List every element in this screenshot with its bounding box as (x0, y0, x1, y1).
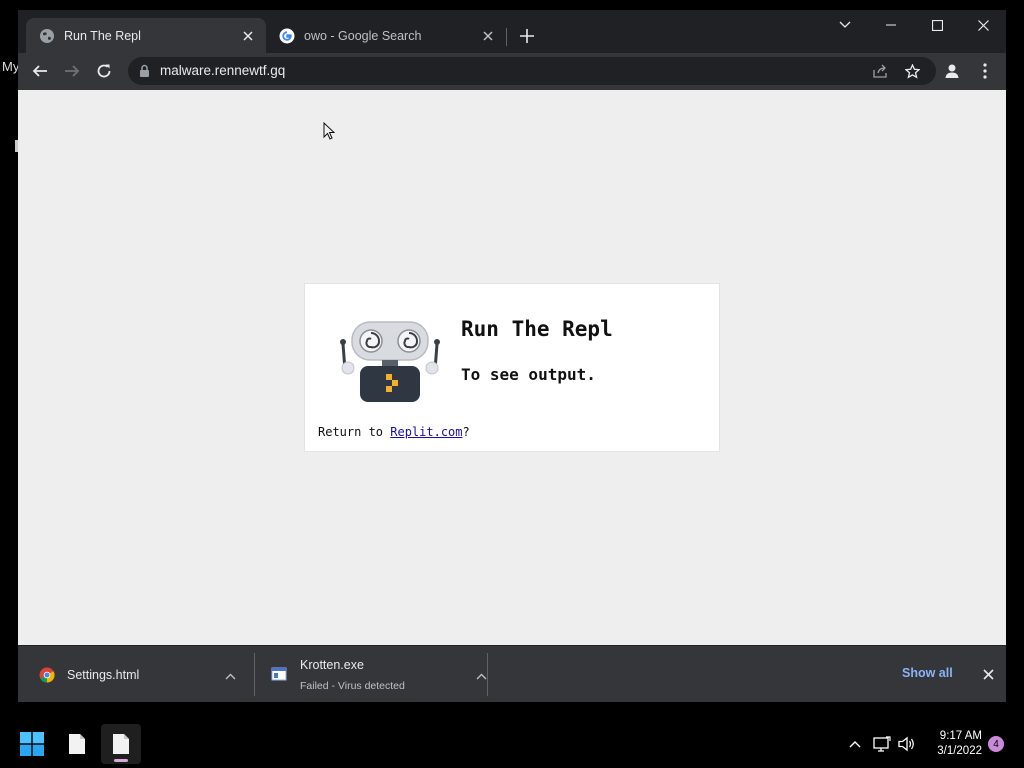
page-heading: Run The Repl (461, 317, 613, 341)
page-viewport: Run The Repl To see output. Return to Re… (18, 90, 1006, 645)
tab-strip: Run The Repl owo - Google Search (18, 10, 1006, 53)
document-icon (113, 734, 129, 754)
more-vert-icon (983, 63, 987, 79)
arrow-left-icon (32, 65, 47, 77)
download-shelf: Settings.html Krotten.exe Failed - Virus… (18, 645, 1006, 702)
volume-button[interactable] (897, 734, 917, 754)
google-icon (279, 28, 295, 44)
reload-icon (97, 64, 111, 78)
network-button[interactable] (872, 734, 892, 754)
return-suffix: ? (462, 425, 470, 439)
close-icon (243, 30, 253, 41)
notification-badge[interactable]: 4 (988, 736, 1004, 752)
download-filename: Settings.html (67, 668, 140, 682)
taskbar-app-file[interactable] (57, 724, 97, 764)
star-icon (904, 63, 920, 79)
clock-date: 3/1/2022 (937, 745, 982, 757)
tab-google-search[interactable]: owo - Google Search (266, 18, 506, 53)
chevron-up-icon (476, 673, 486, 679)
url-text[interactable]: malware.rennewtf.gq (160, 63, 285, 78)
chevron-up-icon (225, 673, 235, 679)
document-icon (69, 734, 85, 754)
close-download-shelf-button[interactable] (978, 664, 998, 684)
clock-time: 9:17 AM (939, 730, 982, 742)
exe-file-icon (271, 667, 287, 683)
mouse-cursor-icon (323, 122, 335, 140)
tab-title: owo - Google Search (304, 28, 422, 43)
page-subheading: To see output. (461, 365, 596, 384)
close-icon (982, 668, 994, 680)
download-item-settings[interactable]: Settings.html (18, 654, 254, 696)
share-button[interactable] (869, 60, 891, 82)
share-icon (872, 64, 887, 78)
download-filename: Krotten.exe (300, 658, 364, 672)
download-options-button[interactable] (222, 668, 238, 684)
tab-close-button[interactable] (480, 28, 496, 44)
chevron-down-icon (839, 21, 851, 28)
plus-icon (520, 29, 534, 43)
show-hidden-icons-button[interactable] (845, 734, 865, 754)
tab-title: Run The Repl (64, 28, 141, 43)
minimize-icon (886, 24, 896, 26)
download-separator (487, 653, 488, 696)
browser-window: Run The Repl owo - Google Search malware… (18, 10, 1006, 702)
maximize-icon (931, 19, 943, 31)
bookmark-button[interactable] (901, 60, 923, 82)
window-close-button[interactable] (960, 10, 1006, 40)
chrome-icon (39, 667, 55, 683)
maximize-button[interactable] (914, 10, 960, 40)
network-icon (873, 736, 891, 752)
taskbar-app-file-active[interactable] (101, 724, 141, 764)
arrow-right-icon (65, 65, 80, 77)
tab-close-button[interactable] (240, 28, 256, 44)
download-status: Failed - Virus detected (300, 680, 405, 692)
repl-card: Run The Repl To see output. Return to Re… (304, 283, 720, 452)
replit-robot-icon (340, 321, 440, 402)
system-clock[interactable]: 9:17 AM 3/1/2022 (926, 729, 982, 759)
menu-button[interactable] (970, 56, 1000, 86)
taskbar: 9:17 AM 3/1/2022 4 (0, 720, 1024, 768)
profile-button[interactable] (937, 56, 967, 86)
reload-button[interactable] (89, 56, 119, 86)
tab-run-the-repl[interactable]: Run The Repl (26, 18, 266, 53)
return-prefix: Return to (318, 425, 391, 439)
replit-link[interactable]: Replit.com (390, 425, 462, 439)
chevron-up-icon (849, 741, 861, 748)
close-icon (483, 30, 493, 41)
return-line: Return to Replit.com? (318, 425, 470, 439)
browser-toolbar: malware.rennewtf.gq (18, 53, 1006, 90)
tab-divider (506, 28, 507, 46)
globe-icon (39, 28, 55, 44)
close-icon (977, 19, 989, 31)
tab-search-button[interactable] (822, 10, 868, 40)
lock-icon[interactable] (139, 64, 150, 83)
download-item-krotten[interactable]: Krotten.exe Failed - Virus detected (255, 654, 487, 696)
back-button[interactable] (25, 56, 55, 86)
forward-button[interactable] (57, 56, 87, 86)
person-icon (945, 64, 959, 78)
windows-logo-icon (20, 732, 44, 756)
desktop-label: My (2, 59, 20, 74)
minimize-button[interactable] (868, 10, 914, 40)
address-bar[interactable]: malware.rennewtf.gq (128, 57, 936, 85)
speaker-icon (898, 736, 914, 752)
new-tab-button[interactable] (516, 25, 538, 47)
active-indicator (114, 759, 128, 762)
start-button[interactable] (12, 724, 52, 764)
show-all-button[interactable]: Show all (902, 666, 953, 680)
